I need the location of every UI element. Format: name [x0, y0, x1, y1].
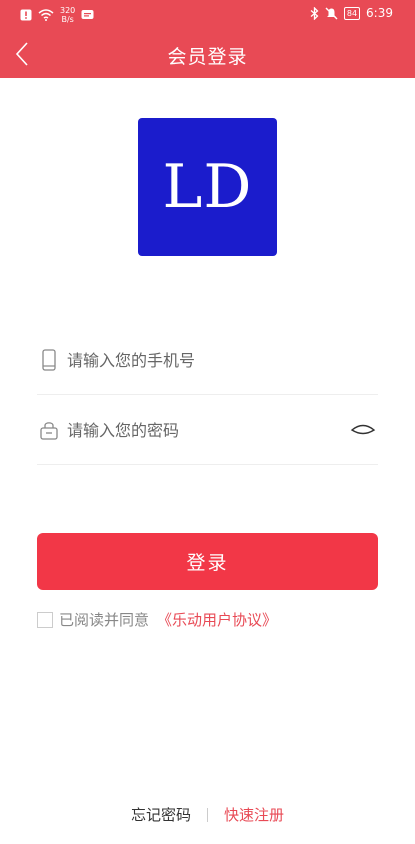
- status-time: 6:39: [366, 6, 393, 20]
- login-button[interactable]: 登录: [37, 533, 378, 590]
- battery-indicator: 84: [343, 6, 361, 20]
- agreement-link[interactable]: 《乐动用户协议》: [157, 609, 277, 630]
- phone-input[interactable]: [67, 350, 378, 370]
- agreement-checkbox[interactable]: [37, 611, 53, 628]
- agreement-text: 已阅读并同意: [59, 611, 150, 629]
- message-icon: [81, 9, 94, 21]
- phone-icon: [37, 348, 61, 372]
- password-field: [37, 396, 378, 465]
- footer-links: 忘记密码 快速注册: [0, 804, 415, 825]
- app-logo: LD: [138, 118, 277, 256]
- lock-icon: [37, 418, 61, 442]
- logo-text: LD: [162, 152, 253, 222]
- phone-field: [37, 326, 378, 395]
- network-speed: 320 B/s: [60, 6, 76, 24]
- alert-icon: [20, 9, 32, 21]
- eye-closed-icon[interactable]: [348, 418, 378, 442]
- register-link[interactable]: 快速注册: [224, 804, 284, 825]
- page-title: 会员登录: [167, 46, 248, 68]
- agreement-row: 已阅读并同意 《乐动用户协议》: [37, 609, 277, 630]
- mute-icon: [325, 7, 338, 20]
- nav-bar: 会员登录: [0, 30, 415, 78]
- bluetooth-icon: [310, 6, 319, 20]
- password-input[interactable]: [67, 420, 348, 440]
- status-bar: 320 B/s 84 6:39: [0, 0, 415, 30]
- forgot-password-link[interactable]: 忘记密码: [131, 804, 191, 825]
- wifi-icon: [38, 9, 54, 21]
- footer-divider: [207, 807, 208, 822]
